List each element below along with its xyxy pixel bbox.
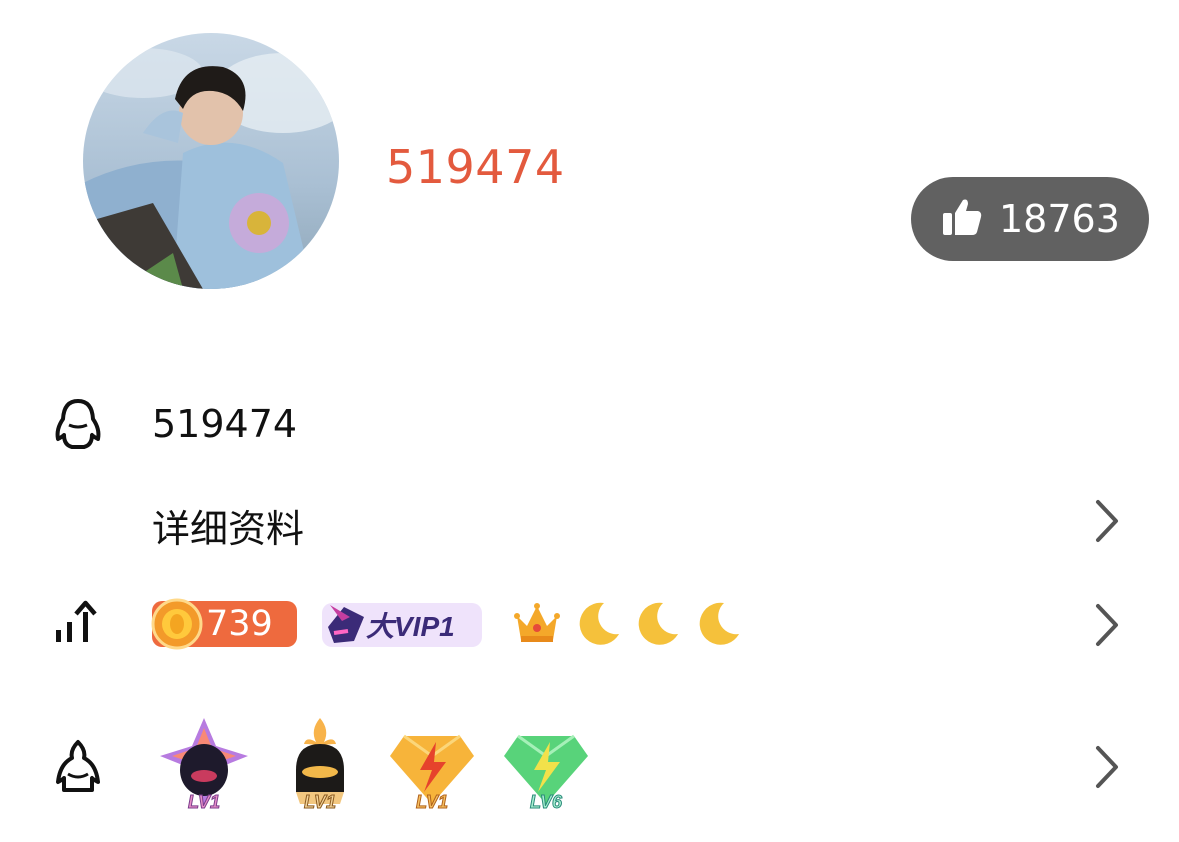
chevron-right-icon[interactable] bbox=[1092, 744, 1122, 795]
moon-icon bbox=[574, 600, 622, 651]
penguin-outline-icon bbox=[48, 395, 108, 460]
svg-text:LV1: LV1 bbox=[416, 792, 448, 812]
chevron-right-icon[interactable] bbox=[1092, 602, 1122, 653]
svg-text:LV1: LV1 bbox=[304, 792, 336, 812]
coin-level-badge[interactable]: 739 bbox=[151, 598, 297, 650]
level-up-icon bbox=[52, 600, 102, 651]
avatar[interactable] bbox=[83, 33, 339, 289]
chevron-right-icon[interactable] bbox=[1092, 498, 1122, 549]
moon-icon bbox=[694, 600, 742, 651]
likes-count: 18763 bbox=[999, 197, 1120, 241]
coin-icon bbox=[150, 597, 204, 656]
purple-penguin-badge[interactable]: LV1 bbox=[156, 716, 252, 821]
vip-label: 大VIP1 bbox=[366, 611, 455, 642]
vip-badge[interactable]: 大VIP1 bbox=[322, 603, 482, 647]
crown-icon bbox=[513, 600, 561, 651]
nickname: 519474 bbox=[386, 140, 565, 194]
qq-number: 519474 bbox=[152, 402, 298, 446]
svg-text:LV6: LV6 bbox=[530, 792, 563, 812]
detail-profile-link[interactable]: 详细资料 bbox=[152, 498, 304, 553]
thumbs-up-icon bbox=[941, 197, 983, 242]
fire-penguin-badge[interactable]: LV1 bbox=[272, 716, 368, 821]
lightning-diamond-badge[interactable]: LV1 bbox=[386, 730, 478, 817]
penguin-badge-outline-icon bbox=[50, 738, 106, 801]
svg-text:LV1: LV1 bbox=[188, 792, 220, 812]
vip-diamond-icon bbox=[320, 597, 368, 656]
like-button[interactable]: 18763 bbox=[911, 177, 1149, 261]
green-diamond-badge[interactable]: LV6 bbox=[500, 730, 592, 817]
coin-value: 739 bbox=[206, 604, 273, 644]
moon-icon bbox=[633, 600, 681, 651]
